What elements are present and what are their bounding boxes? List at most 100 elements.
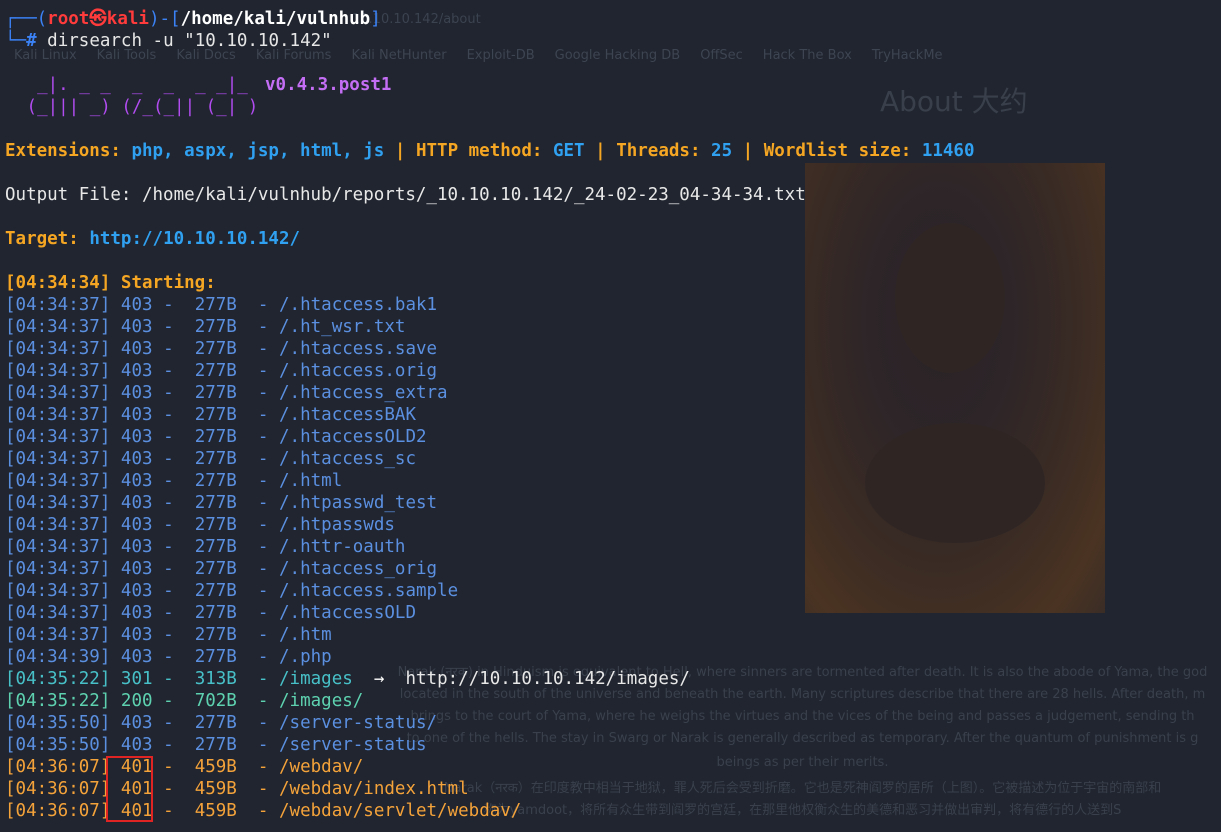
result-time: [04:35:22]: [5, 669, 111, 689]
response-size: 277B: [194, 449, 237, 469]
dash: -: [163, 449, 174, 469]
extensions-label: Extensions:: [5, 141, 121, 161]
response-size: 277B: [194, 735, 237, 755]
result-time: [04:34:39]: [5, 647, 111, 667]
status-code: 403: [120, 383, 153, 403]
dash: -: [163, 361, 174, 381]
dash: -: [163, 493, 174, 513]
result-path: /server-status: [279, 735, 427, 755]
command-name: dirsearch: [47, 31, 142, 51]
dash: -: [163, 471, 174, 491]
response-size: 277B: [194, 471, 237, 491]
dirsearch-version: v0.4.3.post1: [265, 75, 392, 95]
result-path: /.ht_wsr.txt: [279, 317, 406, 337]
separator: |: [394, 141, 406, 161]
result-path: /webdav/servlet/webdav/: [279, 801, 522, 821]
dash: -: [257, 625, 269, 645]
wordlist-label: Wordlist size:: [763, 141, 912, 161]
result-row: [04:34:37] 403 - 277B - /.htpasswds: [5, 514, 395, 536]
dash: -: [163, 581, 174, 601]
dash: -: [257, 669, 269, 689]
prompt-frame: ]: [370, 9, 381, 29]
result-row: [04:34:37] 403 - 277B - /.htaccessBAK: [5, 404, 416, 426]
prompt-user: root㉿kali: [47, 9, 149, 29]
dash: -: [257, 757, 269, 777]
result-time: [04:35:50]: [5, 735, 111, 755]
dash: -: [257, 295, 269, 315]
dash: -: [257, 581, 269, 601]
command-line: └─# dirsearch -u "10.10.10.142": [5, 30, 332, 52]
dash: -: [257, 647, 269, 667]
result-path: /.htaccess.orig: [279, 361, 438, 381]
threads-label: Threads:: [616, 141, 701, 161]
output-file-line: Output File: /home/kali/vulnhub/reports/…: [5, 185, 806, 205]
dash: -: [163, 691, 174, 711]
result-row: [04:35:22] 200 - 702B - /images/: [5, 690, 363, 712]
config-line: Extensions: php, aspx, jsp, html, js | H…: [5, 140, 975, 162]
dash: -: [163, 713, 174, 733]
result-time: [04:34:37]: [5, 603, 111, 623]
dash: -: [163, 295, 174, 315]
redirect-url: http://10.10.10.142/images/: [405, 669, 690, 689]
response-size: 459B: [194, 779, 237, 799]
status-code: 403: [120, 735, 153, 755]
response-size: 459B: [194, 757, 237, 777]
dash: -: [163, 625, 174, 645]
prompt-path: /home/kali/vulnhub: [180, 9, 371, 29]
result-path: /.htpasswd_test: [279, 493, 438, 513]
dash: -: [257, 559, 269, 579]
status-code: 403: [120, 581, 153, 601]
status-code: 403: [120, 295, 153, 315]
dash: -: [163, 383, 174, 403]
result-time: [04:34:37]: [5, 625, 111, 645]
result-time: [04:34:37]: [5, 339, 111, 359]
status-code: 403: [120, 471, 153, 491]
result-path: /.htm: [279, 625, 332, 645]
result-time: [04:34:37]: [5, 383, 111, 403]
response-size: 277B: [194, 647, 237, 667]
dash: -: [163, 339, 174, 359]
result-row: [04:34:37] 403 - 277B - /.htaccessOLD: [5, 602, 416, 624]
dash: -: [257, 427, 269, 447]
dash: -: [257, 735, 269, 755]
response-size: 702B: [194, 691, 237, 711]
status-code: 403: [120, 559, 153, 579]
result-time: [04:34:37]: [5, 559, 111, 579]
dash: -: [257, 361, 269, 381]
status-code: 301: [120, 669, 153, 689]
result-time: [04:34:37]: [5, 537, 111, 557]
result-row: [04:34:37] 403 - 277B - /.httr-oauth: [5, 536, 405, 558]
dash: -: [163, 317, 174, 337]
result-time: [04:35:50]: [5, 713, 111, 733]
result-row: [04:36:07] 401 - 459B - /webdav/servlet/…: [5, 800, 521, 822]
dash: -: [163, 779, 174, 799]
response-size: 277B: [194, 361, 237, 381]
result-row: [04:34:37] 403 - 277B - /.htaccess.sampl…: [5, 580, 458, 602]
response-size: 277B: [194, 559, 237, 579]
response-size: 277B: [194, 383, 237, 403]
response-size: 277B: [194, 317, 237, 337]
response-size: 459B: [194, 801, 237, 821]
result-path: /webdav/index.html: [279, 779, 469, 799]
status-code: 403: [120, 405, 153, 425]
dash: -: [257, 779, 269, 799]
dash: -: [163, 647, 174, 667]
result-path: /.php: [279, 647, 332, 667]
dash: -: [257, 449, 269, 469]
threads-value: 25: [711, 141, 733, 161]
method-label: HTTP method:: [415, 141, 543, 161]
dash: -: [257, 339, 269, 359]
target-line: Target: http://10.10.10.142/: [5, 228, 300, 250]
dash: -: [257, 317, 269, 337]
result-time: [04:34:37]: [5, 317, 111, 337]
result-time: [04:34:37]: [5, 449, 111, 469]
status-code: 403: [120, 339, 153, 359]
result-path: /.htaccess_orig: [279, 559, 438, 579]
result-path: /.htaccess_sc: [279, 449, 416, 469]
dash: -: [257, 801, 269, 821]
terminal-output[interactable]: ┌──(root㉿kali)-[/home/kali/vulnhub] └─# …: [0, 0, 1221, 832]
result-time: [04:34:37]: [5, 427, 111, 447]
result-row: [04:34:37] 403 - 277B - /.htaccess.save: [5, 338, 437, 360]
response-size: 277B: [194, 625, 237, 645]
dash: -: [163, 405, 174, 425]
